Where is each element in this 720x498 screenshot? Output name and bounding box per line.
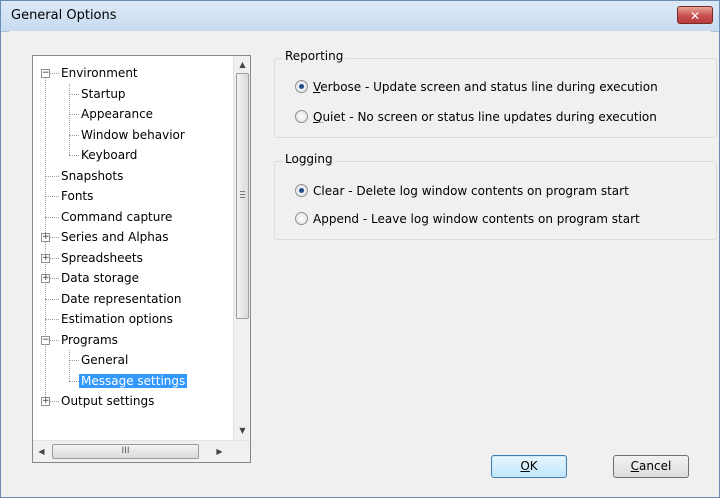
tree-item-startup[interactable]: Startup xyxy=(79,84,128,104)
cancel-button[interactable]: Cancel xyxy=(613,455,689,478)
tree-item-keyboard[interactable]: Keyboard xyxy=(79,145,139,165)
expand-icon[interactable]: + xyxy=(41,397,50,406)
append-radio-button[interactable] xyxy=(295,212,308,225)
close-icon: ✕ xyxy=(689,9,701,23)
tree-item-command-capture[interactable]: Command capture xyxy=(59,207,174,227)
dialog-body: Environment − Startup Appearance Window beha… xyxy=(9,31,717,489)
tree-item-date-representation[interactable]: Date representation xyxy=(59,289,184,309)
reporting-group-title: Reporting xyxy=(283,49,346,63)
general-options-dialog: General Options ✕ Environment − Startup App… xyxy=(0,0,720,498)
ok-button[interactable]: OK xyxy=(491,455,567,478)
tree-item-output-settings[interactable]: Output settings xyxy=(59,391,156,411)
tree-item-fonts[interactable]: Fonts xyxy=(59,186,95,206)
title-bar[interactable]: General Options ✕ xyxy=(1,1,719,32)
window-title: General Options xyxy=(11,8,117,23)
verbose-label: erbose - Update screen and status line d… xyxy=(320,80,658,94)
logging-group-title: Logging xyxy=(283,152,335,166)
tree-horizontal-scroll-thumb[interactable]: III xyxy=(52,444,199,459)
logging-group: Logging Clear - Delete log window conten… xyxy=(274,152,717,240)
scroll-up-icon[interactable]: ▲ xyxy=(234,56,251,73)
tree-items: Environment − Startup Appearance Window beha… xyxy=(33,56,227,440)
scroll-down-icon[interactable]: ▼ xyxy=(234,422,251,439)
tree-vertical-scroll-thumb[interactable] xyxy=(236,73,249,319)
scroll-left-icon[interactable]: ◀ xyxy=(33,443,50,460)
tree-item-message-settings[interactable]: Message settings xyxy=(79,371,188,391)
tree-item-data-storage[interactable]: Data storage xyxy=(59,268,141,288)
reporting-group: Reporting Verbose - Update screen and st… xyxy=(274,49,717,138)
tree-item-general[interactable]: General xyxy=(79,350,130,370)
clear-label: Clear - Delete log window contents on pr… xyxy=(313,184,629,198)
options-tree[interactable]: Environment − Startup Appearance Window beha… xyxy=(32,55,251,463)
clear-radio-button[interactable] xyxy=(295,184,308,197)
verbose-radio-button[interactable] xyxy=(295,80,308,93)
tree-item-programs[interactable]: Programs xyxy=(59,330,120,350)
expand-icon[interactable]: + xyxy=(41,274,50,283)
close-button[interactable]: ✕ xyxy=(677,6,713,24)
expand-icon[interactable]: + xyxy=(41,233,50,242)
tree-item-snapshots[interactable]: Snapshots xyxy=(59,166,125,186)
collapse-icon[interactable]: − xyxy=(41,335,50,345)
collapse-icon[interactable]: − xyxy=(41,69,50,78)
tree-item-spreadsheets[interactable]: Spreadsheets xyxy=(59,248,145,268)
tree-item-estimation-options[interactable]: Estimation options xyxy=(59,309,175,329)
scroll-right-icon[interactable]: ▶ xyxy=(211,443,228,460)
tree-horizontal-scrollbar[interactable]: ◀ III ▶ xyxy=(33,440,250,462)
tree-vertical-scrollbar[interactable]: ▲ ▼ xyxy=(233,56,250,440)
scroll-grip-icon: III xyxy=(121,446,130,456)
append-label: Append - Leave log window contents on pr… xyxy=(313,212,640,226)
tree-item-appearance[interactable]: Appearance xyxy=(79,104,155,124)
quiet-label: uiet - No screen or status line updates … xyxy=(322,110,657,124)
tree-item-series-and-alphas[interactable]: Series and Alphas xyxy=(59,227,170,247)
expand-icon[interactable]: + xyxy=(41,253,50,263)
tree-item-window-behavior[interactable]: Window behavior xyxy=(79,125,187,145)
tree-item-environment[interactable]: Environment xyxy=(59,63,140,83)
quiet-radio-button[interactable] xyxy=(295,110,308,123)
